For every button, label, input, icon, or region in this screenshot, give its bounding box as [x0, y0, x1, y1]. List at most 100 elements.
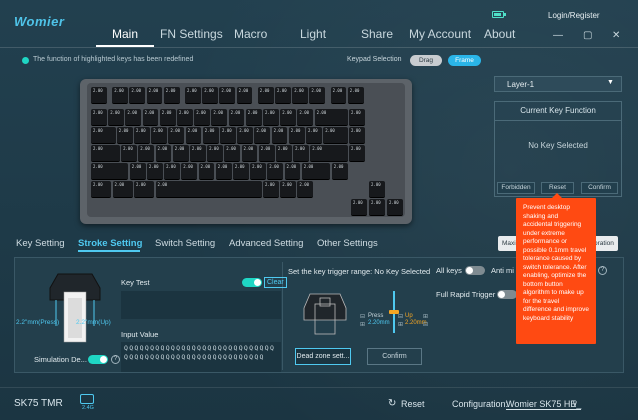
- keyboard-key[interactable]: 2.00: [387, 199, 403, 216]
- keyboard-key[interactable]: 2.00: [177, 109, 193, 126]
- frame-mode-button[interactable]: Frame: [448, 55, 481, 66]
- keyboard-key[interactable]: 2.00: [349, 145, 365, 162]
- keyboard-key[interactable]: 2.00: [228, 109, 245, 126]
- keyboard-key[interactable]: 2.00: [112, 87, 129, 104]
- keyboard-key[interactable]: 2.00: [91, 145, 120, 162]
- nav-about[interactable]: About: [484, 27, 515, 41]
- keyboard-key[interactable]: 2.00: [211, 109, 228, 126]
- keyboard-key[interactable]: 2.00: [263, 181, 279, 198]
- nav-macro[interactable]: Macro: [234, 27, 267, 41]
- keyboard-key[interactable]: 2.00: [369, 199, 385, 216]
- maximize-icon[interactable]: ▢: [583, 30, 592, 41]
- keyboard-key[interactable]: 2.00: [309, 87, 326, 104]
- press-increase-icon[interactable]: ⊞: [360, 321, 365, 328]
- keyboard-key[interactable]: 2.00: [155, 145, 172, 162]
- up-increase-icon[interactable]: ⊞: [398, 321, 403, 328]
- simulation-toggle[interactable]: [88, 355, 108, 364]
- login-register-link[interactable]: Login/Register: [548, 11, 600, 20]
- keyboard-key[interactable]: 2.00: [314, 109, 348, 126]
- close-icon[interactable]: ✕: [612, 30, 620, 41]
- full-rapid-trigger-toggle[interactable]: [497, 290, 517, 299]
- reset-config-button[interactable]: Reset: [401, 399, 425, 409]
- keyboard-key[interactable]: 2.00: [91, 163, 129, 180]
- keyboard-key[interactable]: 2.00: [245, 109, 262, 126]
- keyboard-key[interactable]: 2.00: [288, 127, 305, 144]
- keyboard-key[interactable]: 2.00: [232, 163, 249, 180]
- up-minus-icon[interactable]: ⊟: [423, 321, 428, 328]
- keyboard-key[interactable]: 2.00: [172, 145, 189, 162]
- tab-advanced-setting[interactable]: Advanced Setting: [229, 238, 303, 249]
- anti-help-icon[interactable]: ?: [598, 266, 607, 275]
- keyboard-key[interactable]: 2.00: [185, 87, 201, 104]
- keyboard-key[interactable]: 2.00: [257, 87, 274, 104]
- keyboard-key[interactable]: 2.00: [134, 127, 150, 144]
- tab-other-settings[interactable]: Other Settings: [317, 238, 378, 249]
- keyboard-key[interactable]: 2.00: [189, 145, 206, 162]
- keyboard-key[interactable]: 2.00: [254, 127, 271, 144]
- help-icon[interactable]: ?: [111, 355, 120, 364]
- keyboard-key[interactable]: 2.00: [258, 145, 275, 162]
- keyboard-key[interactable]: 2.00: [331, 163, 348, 180]
- keyboard-key[interactable]: 2.00: [215, 163, 232, 180]
- keyboard-key[interactable]: 2.00: [185, 127, 202, 144]
- keyboard-key[interactable]: 2.00: [236, 87, 253, 104]
- up-decrease-icon[interactable]: ⊟: [398, 313, 403, 320]
- press-decrease-icon[interactable]: ⊟: [360, 313, 365, 320]
- keyboard-key[interactable]: 2.00: [275, 145, 292, 162]
- keyboard-key[interactable]: 2.00: [181, 163, 198, 180]
- keyboard-key[interactable]: 2.00: [219, 87, 236, 104]
- keyboard-key[interactable]: 2.00: [263, 109, 279, 126]
- keyboard-key[interactable]: 2.00: [250, 163, 266, 180]
- keyboard-key[interactable]: 2.00: [108, 109, 125, 126]
- keyboard-key[interactable]: 2.00: [151, 127, 168, 144]
- keyboard-key[interactable]: 2.00: [280, 109, 297, 126]
- keyboard-key[interactable]: 2.00: [125, 109, 142, 126]
- chevron-down-icon[interactable]: ∨: [572, 399, 578, 408]
- tab-key-setting[interactable]: Key Setting: [16, 238, 65, 249]
- keyboard-key[interactable]: 2.00: [91, 87, 107, 104]
- up-plus-icon[interactable]: ⊞: [423, 313, 428, 320]
- layer-select[interactable]: Layer-1: [494, 76, 622, 92]
- configuration-select[interactable]: Womier SK75 HE_: [506, 399, 582, 410]
- nav-fn-settings[interactable]: FN Settings: [160, 27, 223, 41]
- dead-zone-settings-button[interactable]: Dead zone sett...: [295, 348, 351, 365]
- keyboard-key[interactable]: 2.00: [168, 127, 185, 144]
- keyboard-key[interactable]: 2.00: [330, 87, 347, 104]
- keyboard-key[interactable]: 2.00: [351, 199, 367, 216]
- key-test-toggle[interactable]: [242, 278, 262, 287]
- keyboard-key[interactable]: 2.00: [306, 127, 322, 144]
- keyboard-key[interactable]: 2.00: [91, 127, 116, 144]
- keyboard-key[interactable]: 2.00: [91, 181, 112, 198]
- keyboard-key[interactable]: 2.00: [198, 163, 215, 180]
- keyboard-key[interactable]: 2.00: [293, 145, 309, 162]
- keyboard-key[interactable]: 2.00: [292, 87, 309, 104]
- keyboard-key[interactable]: 2.00: [224, 145, 241, 162]
- minimize-icon[interactable]: —: [553, 30, 563, 41]
- keyboard-key[interactable]: 2.00: [129, 163, 146, 180]
- tab-stroke-setting[interactable]: Stroke Setting: [78, 238, 142, 249]
- keyboard-key[interactable]: 2.00: [220, 127, 236, 144]
- keyboard-key[interactable]: 2.00: [146, 87, 163, 104]
- nav-main[interactable]: Main: [112, 27, 138, 41]
- keyboard-key[interactable]: 2.00: [310, 145, 348, 162]
- keyboard-key[interactable]: 2.00: [349, 109, 365, 126]
- keyboard-key[interactable]: 2.00: [280, 181, 297, 198]
- keyboard-key[interactable]: 2.00: [297, 109, 314, 126]
- nav-my-account[interactable]: My Account: [409, 27, 471, 41]
- keyboard-key[interactable]: 2.00: [134, 181, 155, 198]
- nav-share[interactable]: Share: [361, 27, 393, 41]
- keyboard-key[interactable]: 2.00: [163, 87, 180, 104]
- drag-mode-button[interactable]: Drag: [410, 55, 442, 66]
- keyboard-key[interactable]: 2.00: [297, 181, 314, 198]
- clear-button[interactable]: Clear: [264, 277, 287, 288]
- keyboard-key[interactable]: 2.00: [202, 127, 219, 144]
- dropdown-arrow-icon[interactable]: ▼: [607, 79, 614, 86]
- confirm-key-button[interactable]: Confirm: [581, 182, 618, 194]
- nav-light[interactable]: Light: [300, 27, 326, 41]
- keyboard-key[interactable]: 2.00: [369, 181, 385, 198]
- keyboard-key[interactable]: 2.00: [207, 145, 223, 162]
- keyboard-key[interactable]: 2.00: [138, 145, 155, 162]
- keyboard-key[interactable]: 2.00: [267, 163, 284, 180]
- keyboard-key[interactable]: 2.00: [241, 145, 258, 162]
- keyboard-key[interactable]: 2.00: [91, 109, 107, 126]
